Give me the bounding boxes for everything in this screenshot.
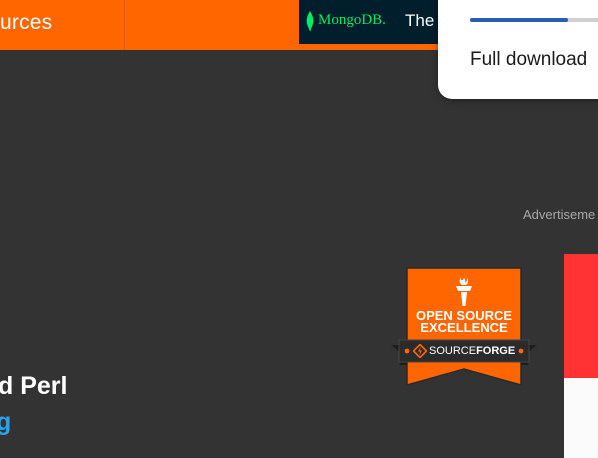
mongodb-brand-text: MongoDB.: [318, 12, 386, 28]
ribbon-forge-text: FORGE: [476, 345, 516, 357]
side-advertisement-white[interactable]: [564, 378, 598, 458]
ribbon-source-text: SOURCE: [429, 345, 477, 357]
side-advertisement-red[interactable]: [564, 254, 598, 378]
nav-resources-link[interactable]: urces: [0, 11, 52, 35]
download-progress-bar: [470, 18, 598, 22]
project-link[interactable]: g: [0, 408, 11, 437]
badge-line-excellence: EXCELLENCE: [420, 320, 508, 335]
nav-divider: [124, 0, 125, 50]
project-title: d Perl: [0, 372, 68, 400]
badge-ribbon-text: SOURCEFORGE: [429, 345, 519, 357]
torch-icon: [456, 273, 472, 306]
advertisement-label: Advertiseme: [523, 207, 596, 222]
mongodb-ad-banner[interactable]: MongoDB. The b: [299, 0, 459, 44]
sourceforge-diamond-icon: [413, 344, 427, 358]
download-popup: Full download: [438, 0, 598, 99]
mongodb-leaf-icon: [306, 11, 314, 31]
download-progress-fill: [470, 18, 568, 22]
open-source-excellence-badge[interactable]: OPEN SOURCE EXCELLENCE SOURCEFORGE: [389, 265, 539, 389]
full-download-label[interactable]: Full download: [470, 49, 587, 71]
